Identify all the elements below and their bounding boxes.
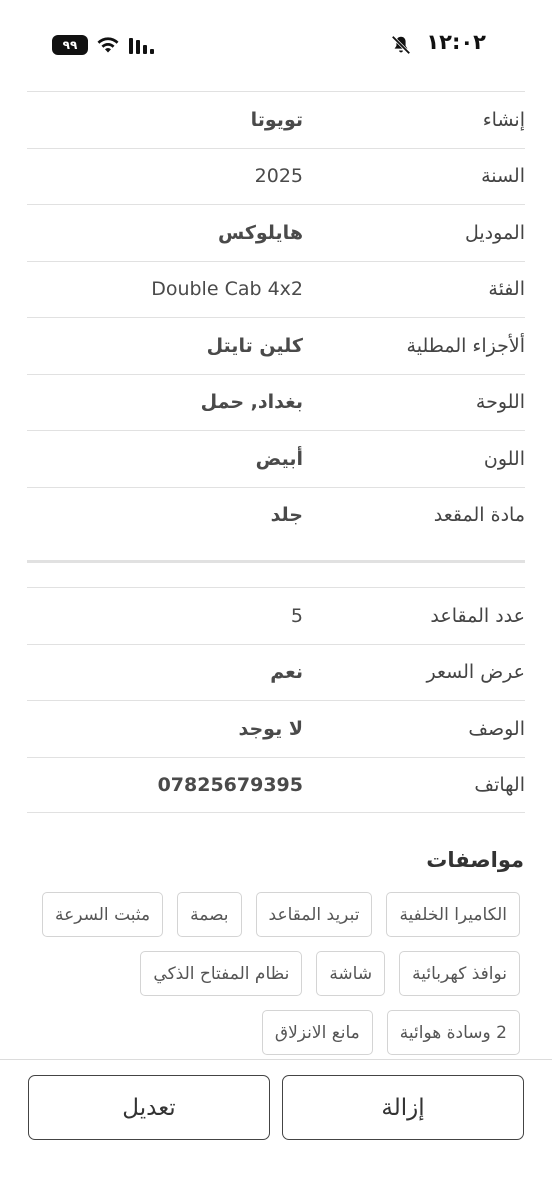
vehicle-extra-details-list: عدد المقاعد 5 عرض السعر نعم الوصف لا يوج…	[27, 587, 525, 813]
wifi-icon	[97, 37, 119, 53]
detail-label: الفئة	[488, 278, 525, 301]
status-bar: ١٢:٠٢ ٩٩	[0, 0, 552, 90]
vehicle-details-list: إنشاء تويوتا السنة 2025 الموديل هايلوكس …	[27, 91, 525, 543]
detail-label: عدد المقاعد	[430, 604, 525, 627]
detail-value: جلد	[270, 504, 303, 527]
detail-label: عرض السعر	[426, 661, 526, 684]
feature-chip: بصمة	[177, 892, 242, 937]
feature-chip: شاشة	[316, 951, 386, 996]
detail-row-phone: الهاتف 07825679395	[27, 756, 525, 813]
detail-value: بغداد, حمل	[200, 391, 303, 414]
detail-row-painted-parts: ألأجزاء المطلية كلين تايتل	[27, 317, 525, 374]
detail-value: Double Cab 4x2	[151, 278, 303, 301]
detail-label: اللون	[483, 447, 525, 470]
detail-value: 07825679395	[157, 773, 303, 796]
detail-row-seats: عدد المقاعد 5	[27, 587, 525, 644]
detail-label: إنشاء	[482, 108, 525, 131]
detail-row-seat-material: مادة المقعد جلد	[27, 486, 525, 544]
detail-row-year: السنة 2025	[27, 147, 525, 205]
detail-label: السنة	[481, 165, 525, 188]
bell-muted-icon	[391, 35, 411, 55]
detail-value: تويوتا	[250, 108, 303, 131]
cellular-signal-icon	[129, 38, 154, 54]
detail-row-trim: الفئة Double Cab 4x2	[27, 260, 525, 318]
detail-label: ألأجزاء المطلية	[406, 334, 525, 357]
detail-value: أبيض	[255, 447, 303, 470]
remove-button[interactable]: إزالة	[282, 1075, 524, 1140]
detail-value: 2025	[254, 165, 303, 188]
feature-chip: تبريد المقاعد	[255, 892, 373, 937]
feature-chip: 2 وسادة هوائية	[386, 1010, 520, 1055]
detail-label: الهاتف	[474, 773, 525, 796]
detail-value: هايلوكس	[217, 221, 303, 244]
detail-row-make: إنشاء تويوتا	[27, 91, 525, 148]
feature-chip: نظام المفتاح الذكي	[140, 951, 303, 996]
detail-label: الوصف	[468, 717, 525, 740]
features-title: مواصفات	[426, 848, 524, 872]
detail-row-description: الوصف لا يوجد	[27, 700, 525, 757]
features-chip-list: الكاميرا الخلفية تبريد المقاعد بصمة مثبت…	[20, 892, 520, 1055]
detail-row-color: اللون أبيض	[27, 430, 525, 487]
feature-chip: مثبت السرعة	[41, 892, 164, 937]
detail-label: اللوحة	[475, 391, 525, 414]
detail-row-show-price: عرض السعر نعم	[27, 643, 526, 701]
bottom-action-bar: إزالة تعديل	[0, 1059, 552, 1200]
section-divider	[27, 560, 525, 563]
detail-value: لا يوجد	[238, 717, 303, 740]
detail-label: مادة المقعد	[433, 504, 525, 527]
feature-chip: مانع الانزلاق	[261, 1010, 373, 1055]
feature-chip: الكاميرا الخلفية	[386, 892, 520, 937]
battery-indicator: ٩٩	[52, 35, 88, 55]
detail-label: الموديل	[464, 221, 525, 244]
edit-button[interactable]: تعديل	[28, 1075, 270, 1140]
detail-value: 5	[290, 604, 303, 627]
detail-row-model: الموديل هايلوكس	[27, 204, 525, 261]
detail-value: كلين تايتل	[206, 334, 303, 357]
feature-chip: نوافذ كهربائية	[399, 951, 520, 996]
detail-value: نعم	[270, 661, 303, 684]
status-time: ١٢:٠٢	[426, 30, 486, 54]
detail-row-plate: اللوحة بغداد, حمل	[27, 373, 525, 431]
